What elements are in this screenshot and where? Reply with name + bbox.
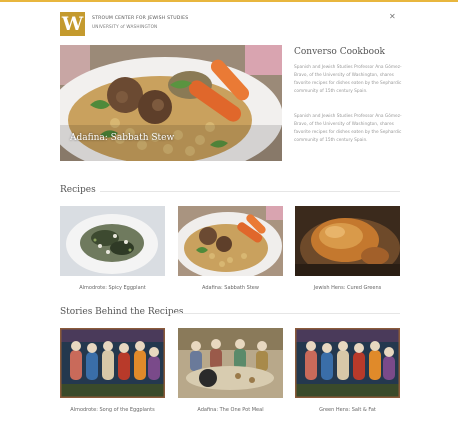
logo[interactable]: W bbox=[60, 12, 85, 36]
story-card[interactable]: Adafina: The One Pot Meal bbox=[178, 328, 283, 413]
hero-image[interactable]: Adafina: Sabbath Stew bbox=[60, 45, 282, 161]
story-image[interactable] bbox=[60, 328, 165, 398]
sidebar-title: Converso Cookbook bbox=[294, 47, 385, 57]
story-card[interactable]: Green Hens: Salt & Fat bbox=[295, 328, 400, 413]
recipe-card[interactable]: Adafina: Sabbath Stew bbox=[178, 206, 283, 291]
top-accent-bar bbox=[0, 0, 458, 2]
divider bbox=[100, 191, 400, 192]
story-card[interactable]: Almodrote: Song of the Eggplants bbox=[60, 328, 165, 413]
story-image[interactable] bbox=[295, 328, 400, 398]
recipe-image[interactable] bbox=[295, 206, 400, 276]
recipe-card[interactable]: Almodrote: Spicy Eggplant bbox=[60, 206, 165, 291]
story-caption[interactable]: Almodrote: Song of the Eggplants bbox=[60, 407, 165, 413]
divider bbox=[170, 313, 400, 314]
recipe-caption[interactable]: Jewish Hens: Cured Greens bbox=[295, 285, 400, 291]
recipe-image[interactable] bbox=[60, 206, 165, 276]
story-caption[interactable]: Green Hens: Salt & Fat bbox=[295, 407, 400, 413]
recipe-caption[interactable]: Adafina: Sabbath Stew bbox=[178, 285, 283, 291]
story-image[interactable] bbox=[178, 328, 283, 398]
recipe-image[interactable] bbox=[178, 206, 283, 276]
section-title-recipes: Recipes bbox=[60, 185, 96, 195]
section-title-stories: Stories Behind the Recipes bbox=[60, 307, 184, 317]
org-name[interactable]: STROUM CENTER FOR JEWISH STUDIES bbox=[92, 16, 188, 21]
sidebar-paragraph: Spanish and Jewish Studies Professor Ana… bbox=[294, 65, 402, 94]
org-subtitle: UNIVERSITY of WASHINGTON bbox=[92, 24, 158, 29]
recipe-card[interactable]: Jewish Hens: Cured Greens bbox=[295, 206, 400, 291]
sidebar-paragraph: Spanish and Jewish Studies Professor Ana… bbox=[294, 114, 402, 143]
story-caption[interactable]: Adafina: The One Pot Meal bbox=[178, 407, 283, 413]
close-icon[interactable]: ✕ bbox=[389, 12, 396, 21]
recipe-caption[interactable]: Almodrote: Spicy Eggplant bbox=[60, 285, 165, 291]
logo-letter: W bbox=[61, 13, 84, 35]
hero-caption[interactable]: Adafina: Sabbath Stew bbox=[70, 133, 174, 143]
